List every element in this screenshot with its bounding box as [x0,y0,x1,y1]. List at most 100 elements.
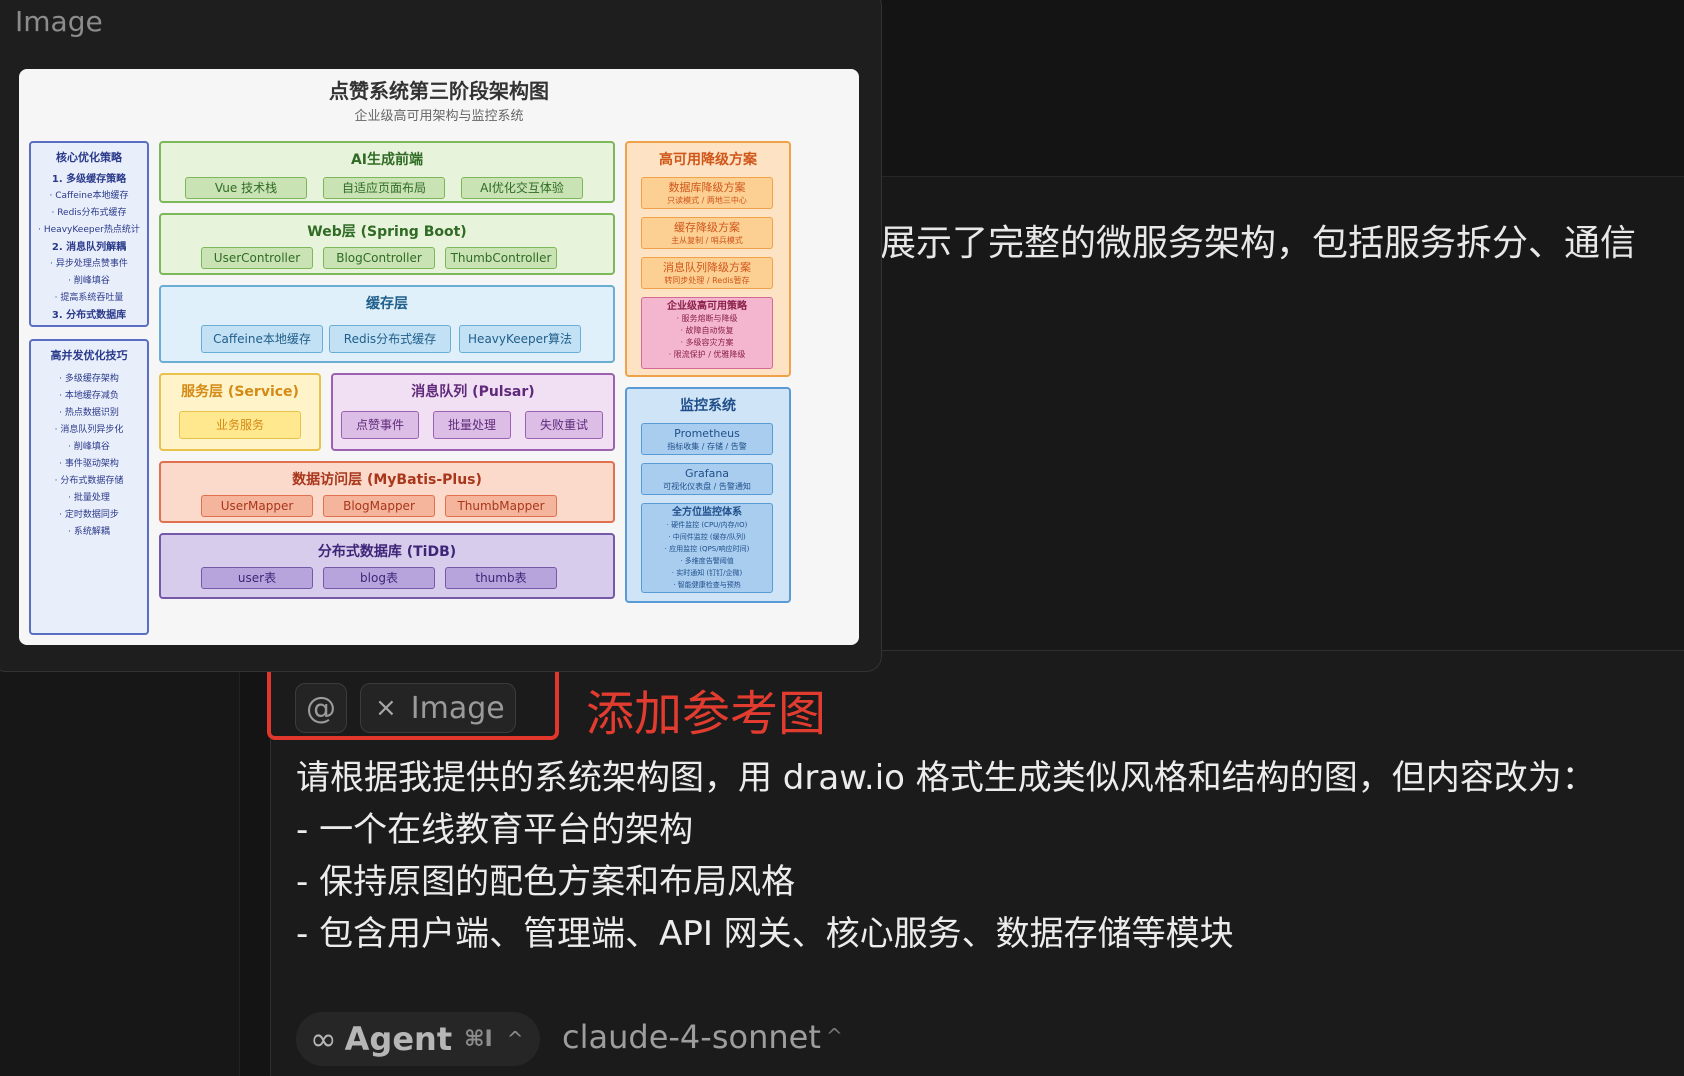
list-item: · 本地缓存减负 [59,391,119,401]
layer-title: 数据访问层 (MyBatis-Plus) [292,472,482,488]
list-item: · 事件驱动架构 [59,459,119,469]
web-layer: Web层 (Spring Boot) UserController BlogCo… [159,213,615,275]
ha-item-desc: · 限流保护 / 优雅降级 [668,350,746,359]
layer-item: 点赞事件 [341,411,419,439]
layer-item: 批量处理 [433,411,511,439]
layer-item: HeavyKeeper算法 [459,325,581,353]
close-icon[interactable]: × [375,693,397,723]
ha-item: 数据库降级方案 只读模式 / 两地三中心 [641,177,773,209]
enterprise-ha-strategy: 企业级高可用策略 · 服务熔断与降级 · 故障自动恢复 · 多级容灾方案 · 限… [641,297,773,369]
full-monitoring-system: 全方位监控体系 · 硬件监控 (CPU/内存/IO) · 中间件监控 (缓存/队… [641,503,773,593]
monitor-item: Prometheus 指标收集 / 存储 / 告警 [641,423,773,455]
layer-item: 自适应页面布局 [323,177,445,199]
image-preview-popover: Image 点赞系统第三阶段架构图 企业级高可用架构与监控系统 核心优化策略 1… [0,0,882,672]
layer-item: UserController [201,247,313,269]
monitor-item-desc: · 实时通知 (钉钉/企微) [671,569,743,577]
assistant-message-text: 展示了完整的微服务架构，包括服务拆分、通信 [880,223,1637,264]
annotation-label: 添加参考图 [586,686,827,742]
layer-title: AI生成前端 [350,152,424,168]
monitor-item: Grafana 可视化仪表盘 / 告警通知 [641,463,773,495]
agent-shortcut: ⌘I [464,1026,493,1052]
prompt-line: 请根据我提供的系统架构图，用 draw.io 格式生成类似风格和结构的图，但内容… [296,758,1596,798]
monitoring-panel: 监控系统 Prometheus 指标收集 / 存储 / 告警 Grafana 可… [625,387,791,603]
list-item: · 提高系统吞吐量 [54,293,124,303]
prompt-input[interactable]: 请根据我提供的系统架构图，用 draw.io 格式生成类似风格和结构的图，但内容… [296,752,1676,960]
prompt-line: - 包含用户端、管理端、API 网关、核心服务、数据存储等模块 [296,914,1234,954]
concurrency-tips-panel: 高并发优化技巧 · 多级缓存架构 · 本地缓存减负 · 热点数据识别 · 消息队… [29,339,149,635]
list-item: · Caffeine本地缓存 [49,191,129,201]
monitor-item-desc: · 多维度告警阈值 [680,557,734,565]
list-item: 3. 分布式数据库 [51,310,127,321]
list-item: · 分布式数据存储 [54,476,124,486]
model-selector[interactable]: claude-4-sonnet [562,1018,821,1056]
list-item: · 消息队列异步化 [54,425,124,435]
layer-title: 服务层 (Service) [181,384,299,400]
monitor-item-name: Prometheus [674,427,740,440]
list-item: · Redis分布式缓存 [51,208,127,218]
at-icon: @ [306,690,336,726]
monitor-item-desc: · 应用监控 (QPS/响应时间) [664,545,750,553]
prompt-line: - 保持原图的配色方案和布局风格 [296,862,796,902]
mention-button[interactable]: @ [295,683,347,733]
monitor-item-name: Grafana [684,467,730,480]
list-item: · 多级缓存架构 [59,374,119,384]
frontend-layer: AI生成前端 Vue 技术栈 自适应页面布局 AI优化交互体验 [159,141,615,203]
cache-layer: 缓存层 Caffeine本地缓存 Redis分布式缓存 HeavyKeeper算… [159,285,615,363]
layer-item: BlogMapper [323,495,435,517]
list-item: · 系统解耦 [68,527,110,537]
monitor-item-desc: 可视化仪表盘 / 告警通知 [663,482,751,491]
layer-item: ThumbController [445,247,557,269]
diagram-subtitle: 企业级高可用架构与监控系统 [354,109,524,124]
layer-item: Redis分布式缓存 [329,325,451,353]
panel-title: 监控系统 [680,398,736,414]
service-layer: 服务层 (Service) 业务服务 [159,373,321,451]
list-item: · 削峰填谷 [68,276,110,286]
ha-item: 消息队列降级方案 转同步处理 / Redis暂存 [641,257,773,289]
message-queue-layer: 消息队列 (Pulsar) 点赞事件 批量处理 失败重试 [331,373,615,451]
list-item: 2. 消息队列解耦 [51,242,127,253]
ha-item-desc: · 服务熔断与降级 [676,314,738,323]
layer-item: thumb表 [445,567,557,589]
layer-item: BlogController [323,247,435,269]
ha-item-desc: · 多级容灾方案 [680,338,734,347]
layer-title: 消息队列 (Pulsar) [411,384,535,400]
layer-item: 业务服务 [179,411,301,439]
list-item: 1. 多级缓存策略 [51,174,127,185]
ha-item-name: 企业级高可用策略 [667,301,747,312]
layer-item: 失败重试 [525,411,603,439]
list-item: · 异步处理点赞事件 [50,259,128,269]
layer-item: UserMapper [201,495,313,517]
chevron-up-icon: ^ [506,1027,524,1051]
list-item: · 削峰填谷 [68,442,110,452]
diagram-title: 点赞系统第三阶段架构图 [329,79,549,103]
layer-title: 缓存层 [366,296,408,312]
ha-item-desc: 主从复制 / 哨兵模式 [671,236,743,245]
agent-mode-selector[interactable]: ∞ Agent ⌘I ^ [296,1012,540,1066]
monitor-item-desc: · 中间件监控 (缓存/队列) [668,533,746,541]
ha-item-name: 缓存降级方案 [674,221,740,234]
layer-title: Web层 (Spring Boot) [307,224,467,240]
list-item: · 定时数据同步 [59,510,119,520]
panel-title: 核心优化策略 [56,151,122,164]
layer-title: 分布式数据库 (TiDB) [317,544,457,560]
list-item: · HeavyKeeper热点统计 [38,225,140,235]
database-layer: 分布式数据库 (TiDB) user表 blog表 thumb表 [159,533,615,599]
ha-item-name: 数据库降级方案 [668,181,746,194]
infinity-icon: ∞ [310,1020,337,1058]
prompt-line: - 一个在线教育平台的架构 [296,810,694,850]
ha-item-desc: 只读模式 / 两地三中心 [667,196,747,205]
layer-item: ThumbMapper [445,495,557,517]
chevron-up-icon[interactable]: ^ [826,1024,843,1048]
layer-item: blog表 [323,567,435,589]
tips-list: · 多级缓存架构 · 本地缓存减负 · 热点数据识别 · 消息队列异步化 · 削… [31,371,147,541]
layer-item: AI优化交互体验 [461,177,583,199]
core-strategy-panel: 核心优化策略 1. 多级缓存策略 · Caffeine本地缓存 · Redis分… [29,141,149,327]
preview-header: Image [15,5,103,38]
layer-item: user表 [201,567,313,589]
monitor-item-desc: · 硬件监控 (CPU/内存/IO) [666,521,748,529]
strategy-list: 1. 多级缓存策略 · Caffeine本地缓存 · Redis分布式缓存 · … [31,171,147,324]
ha-item-name: 消息队列降级方案 [663,261,751,274]
context-chip-image[interactable]: × Image [360,683,516,733]
high-availability-panel: 高可用降级方案 数据库降级方案 只读模式 / 两地三中心 缓存降级方案 主从复制… [625,141,791,377]
panel-title: 高并发优化技巧 [50,349,128,362]
